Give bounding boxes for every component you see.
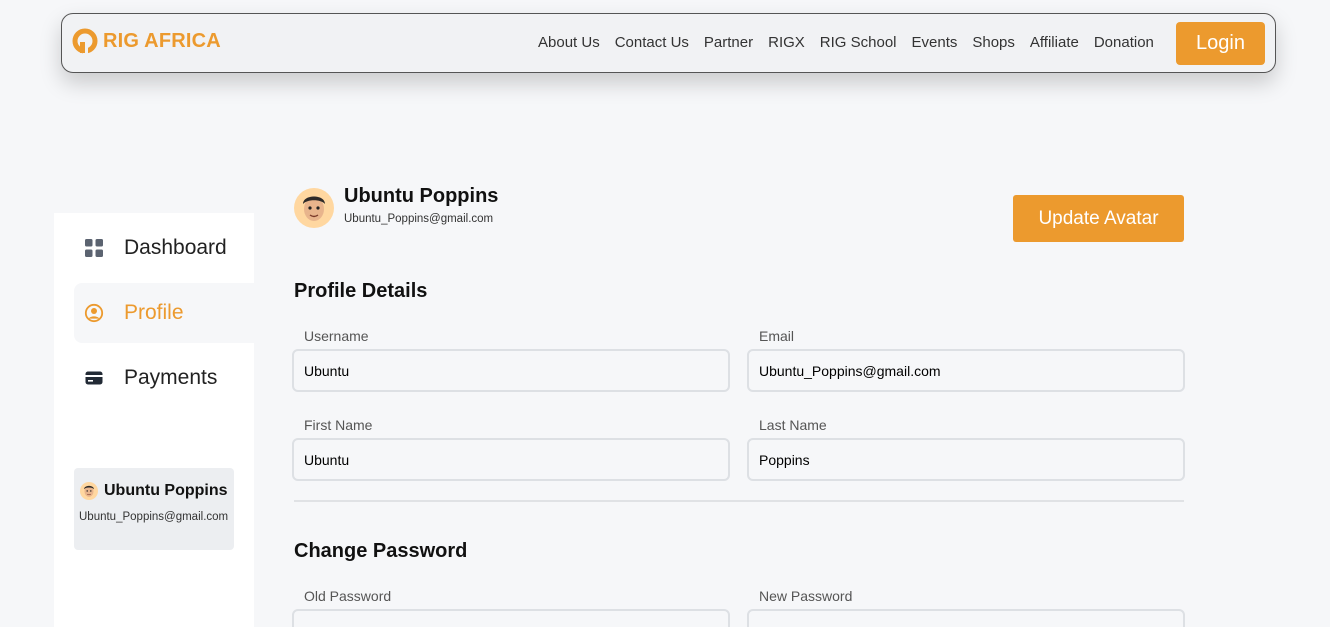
login-button[interactable]: Login bbox=[1176, 22, 1265, 65]
email-label: Email bbox=[759, 328, 795, 344]
nav-links: About Us Contact Us Partner RIGX RIG Sch… bbox=[538, 34, 1169, 51]
credit-card-icon bbox=[85, 371, 103, 385]
last-name-field[interactable] bbox=[747, 438, 1185, 481]
nav-link-contact-us[interactable]: Contact Us bbox=[615, 34, 689, 51]
sidebar-item-payments[interactable]: Payments bbox=[74, 348, 254, 408]
last-name-label: Last Name bbox=[759, 417, 827, 433]
nav-link-donation[interactable]: Donation bbox=[1094, 34, 1154, 51]
sidebar-user-card[interactable]: Ubuntu Poppins Ubuntu_Poppins@gmail.com bbox=[74, 468, 234, 550]
profile-details-heading: Profile Details bbox=[294, 280, 428, 302]
top-navbar: RIG AFRICA About Us Contact Us Partner R… bbox=[61, 13, 1276, 73]
profile-name: Ubuntu Poppins bbox=[344, 185, 499, 207]
nav-link-rig-school[interactable]: RIG School bbox=[820, 34, 897, 51]
old-password-field[interactable] bbox=[292, 609, 730, 627]
user-card-email: Ubuntu_Poppins@gmail.com bbox=[79, 511, 229, 523]
sidebar-item-label: Dashboard bbox=[124, 236, 227, 259]
username-field[interactable] bbox=[292, 349, 730, 392]
user-card-name: Ubuntu Poppins bbox=[104, 482, 228, 499]
sidebar-item-label: Profile bbox=[124, 301, 184, 324]
profile-email: Ubuntu_Poppins@gmail.com bbox=[344, 213, 494, 225]
avatar bbox=[80, 482, 98, 500]
change-password-heading: Change Password bbox=[294, 540, 468, 562]
username-label: Username bbox=[304, 328, 369, 344]
sidebar-item-dashboard[interactable]: Dashboard bbox=[74, 218, 254, 278]
sidebar: Dashboard Profile Payments Ubuntu Poppin… bbox=[54, 213, 254, 627]
nav-link-shops[interactable]: Shops bbox=[972, 34, 1015, 51]
first-name-label: First Name bbox=[304, 417, 373, 433]
nav-link-about-us[interactable]: About Us bbox=[538, 34, 600, 51]
logo-text: RIG AFRICA bbox=[103, 29, 221, 52]
nav-link-partner[interactable]: Partner bbox=[704, 34, 753, 51]
logo[interactable]: RIG AFRICA bbox=[72, 28, 221, 54]
rig-africa-logo-icon bbox=[72, 28, 98, 54]
avatar[interactable] bbox=[294, 188, 334, 228]
nav-link-affiliate[interactable]: Affiliate bbox=[1030, 34, 1079, 51]
grid-icon bbox=[85, 239, 103, 257]
old-password-label: Old Password bbox=[304, 588, 392, 604]
new-password-field[interactable] bbox=[747, 609, 1185, 627]
new-password-label: New Password bbox=[759, 588, 853, 604]
email-field[interactable] bbox=[747, 349, 1185, 392]
user-circle-icon bbox=[84, 303, 104, 323]
first-name-field[interactable] bbox=[292, 438, 730, 481]
sidebar-item-profile[interactable]: Profile bbox=[74, 283, 254, 343]
nav-link-events[interactable]: Events bbox=[912, 34, 958, 51]
update-avatar-button[interactable]: Update Avatar bbox=[1013, 195, 1184, 242]
section-divider bbox=[294, 500, 1184, 502]
sidebar-item-label: Payments bbox=[124, 366, 218, 389]
nav-link-rigx[interactable]: RIGX bbox=[768, 34, 805, 51]
